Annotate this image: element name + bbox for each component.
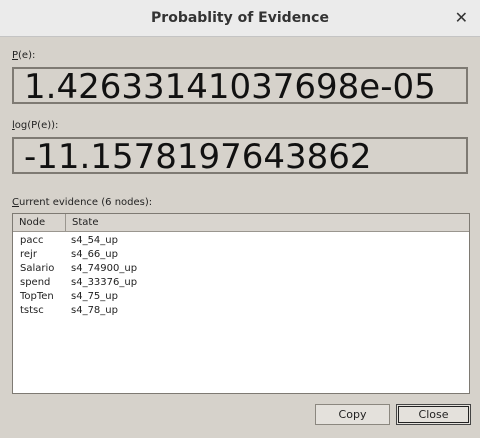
list-row[interactable]: tstsc s4_78_up	[13, 304, 469, 318]
row-node: rejr	[20, 249, 37, 260]
pe-value: 1.42633141037698e-05	[24, 67, 436, 107]
row-state: s4_66_up	[71, 249, 118, 260]
list-row[interactable]: rejr s4_66_up	[13, 248, 469, 262]
logpe-label-text: og(P(e)):	[14, 120, 59, 131]
evidence-label: Current evidence (6 nodes):	[12, 197, 152, 208]
row-node: tstsc	[20, 305, 44, 316]
list-row[interactable]: Salario s4_74900_up	[13, 262, 469, 276]
pe-label-text: (e):	[18, 50, 36, 61]
close-button[interactable]: Close	[396, 404, 471, 425]
row-state: s4_75_up	[71, 291, 118, 302]
pe-label: P(e):	[12, 50, 35, 61]
pe-value-box: 1.42633141037698e-05	[12, 67, 468, 107]
row-node: TopTen	[20, 291, 54, 302]
row-node: spend	[20, 277, 51, 288]
row-node: pacc	[20, 235, 44, 246]
list-row[interactable]: spend s4_33376_up	[13, 276, 469, 290]
list-header: Node State	[13, 214, 469, 232]
logpe-label: log(P(e)):	[12, 120, 58, 131]
logpe-value: -11.1578197643862	[24, 137, 372, 177]
row-node: Salario	[20, 263, 55, 274]
close-icon[interactable]: ✕	[455, 0, 468, 36]
evidence-label-mnemonic: C	[12, 197, 19, 208]
title-bar: Probablity of Evidence ✕	[0, 0, 480, 37]
logpe-value-box: -11.1578197643862	[12, 137, 468, 177]
column-header-state[interactable]: State	[66, 214, 469, 231]
list-row[interactable]: pacc s4_54_up	[13, 234, 469, 248]
evidence-list[interactable]: Node State pacc s4_54_up rejr s4_66_up S…	[12, 213, 470, 394]
list-row[interactable]: TopTen s4_75_up	[13, 290, 469, 304]
evidence-label-text: urrent evidence (6 nodes):	[18, 197, 153, 208]
column-header-node[interactable]: Node	[13, 214, 66, 231]
row-state: s4_54_up	[71, 235, 118, 246]
copy-button[interactable]: Copy	[315, 404, 390, 425]
row-state: s4_74900_up	[71, 263, 138, 274]
row-state: s4_78_up	[71, 305, 118, 316]
window-title: Probablity of Evidence	[151, 10, 329, 26]
row-state: s4_33376_up	[71, 277, 138, 288]
